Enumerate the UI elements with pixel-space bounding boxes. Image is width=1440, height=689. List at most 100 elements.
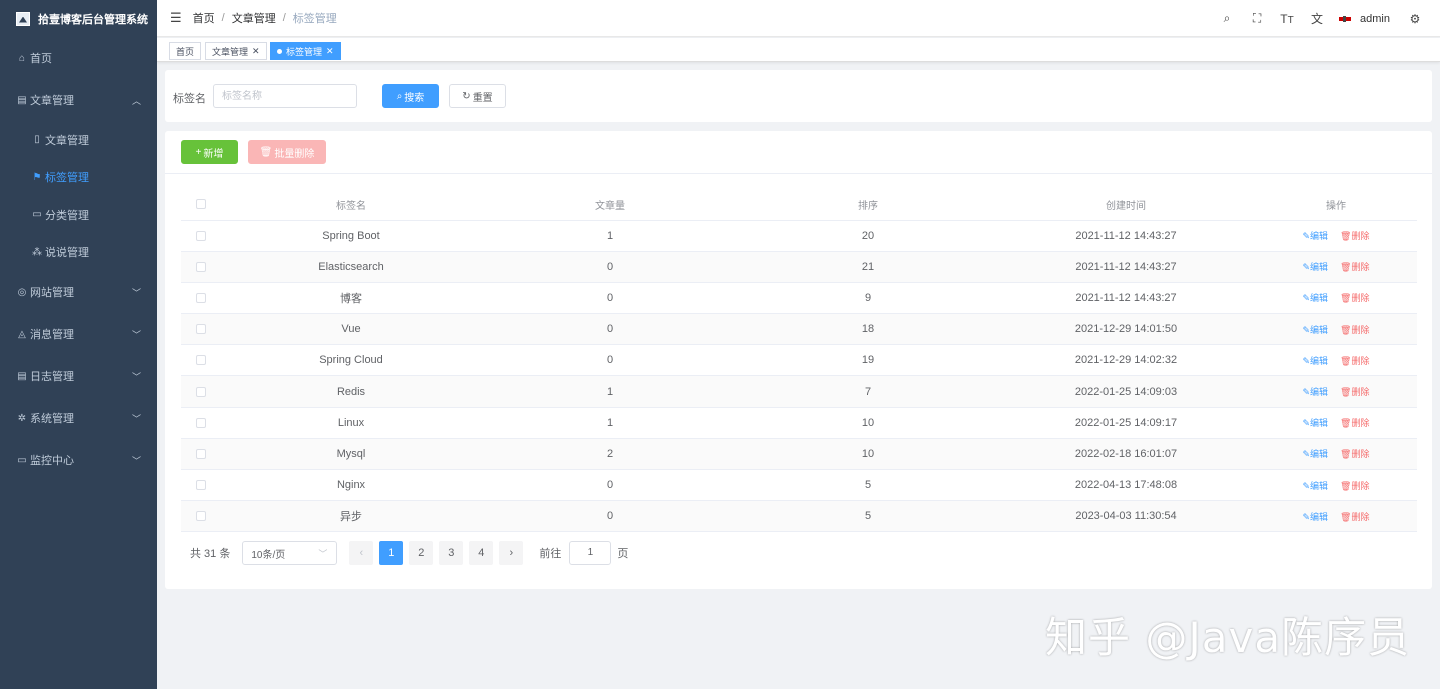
- tag-name-input[interactable]: [213, 84, 357, 108]
- page-button[interactable]: 2: [409, 541, 434, 565]
- edit-button[interactable]: ✎编辑: [1302, 512, 1328, 522]
- row-select-cell: [181, 500, 221, 533]
- edit-button[interactable]: ✎编辑: [1302, 325, 1328, 335]
- flag-icon[interactable]: [1339, 15, 1352, 22]
- page-button[interactable]: 4: [469, 541, 494, 565]
- sidebar-item-home[interactable]: ⌂ 首页: [0, 37, 157, 79]
- row-checkbox[interactable]: [196, 324, 206, 335]
- breadcrumb-home[interactable]: 首页: [193, 10, 215, 26]
- delete-button[interactable]: 🗑删除: [1340, 418, 1369, 428]
- column-header[interactable]: 创建时间: [997, 189, 1255, 221]
- sidebar-item-label: 系统管理: [30, 413, 74, 425]
- delete-button[interactable]: 🗑删除: [1340, 481, 1369, 491]
- batch-delete-button[interactable]: 🗑 批量删除: [248, 140, 326, 164]
- table-row[interactable]: Mysql 2 10 2022-02-18 16:01:07 ✎编辑 🗑删除: [181, 438, 1417, 471]
- delete-label: 删除: [1351, 324, 1370, 335]
- table-row[interactable]: Spring Boot 1 20 2021-11-12 14:43:27 ✎编辑 🗑删除: [181, 220, 1417, 252]
- search-button-label: 搜索: [404, 92, 425, 104]
- delete-button[interactable]: 🗑删除: [1340, 356, 1369, 366]
- page-button[interactable]: 1: [379, 541, 404, 565]
- delete-button[interactable]: 🗑删除: [1340, 387, 1369, 397]
- row-checkbox[interactable]: [196, 417, 206, 428]
- table-row[interactable]: Elasticsearch 0 21 2021-11-12 14:43:27 ✎编辑 🗑删…: [181, 251, 1417, 283]
- delete-button[interactable]: 🗑删除: [1340, 449, 1369, 459]
- row-checkbox[interactable]: [196, 511, 206, 522]
- sidebar-item-label: 说说管理: [45, 247, 89, 260]
- table-row[interactable]: Linux 1 10 2022-01-25 14:09:17 ✎编辑 🗑删除: [181, 407, 1417, 439]
- sidebar-subitem-talk-manage[interactable]: ⁂ 说说管理: [0, 234, 157, 272]
- column-header[interactable]: 排序: [739, 189, 997, 221]
- table-row[interactable]: Nginx 0 5 2022-04-13 17:48:08 ✎编辑 🗑删除: [181, 469, 1417, 502]
- edit-button[interactable]: ✎编辑: [1302, 356, 1328, 366]
- delete-button[interactable]: 🗑删除: [1340, 231, 1369, 241]
- edit-label: 编辑: [1310, 480, 1329, 491]
- tag-home[interactable]: 首页: [169, 42, 202, 60]
- username[interactable]: admin: [1360, 13, 1390, 25]
- edit-button[interactable]: ✎编辑: [1302, 387, 1328, 397]
- app-logo[interactable]: 拾壹博客后台管理系统: [0, 0, 157, 37]
- table-row[interactable]: 异步 0 5 2023-04-03 11:30:54 ✎编辑 🗑删除: [181, 500, 1417, 533]
- search-button[interactable]: ⌕ 搜索: [382, 84, 439, 108]
- table-row[interactable]: Vue 0 18 2021-12-29 14:01:50 ✎编辑 🗑删除: [181, 313, 1417, 346]
- sidebar-subitem-article-manage[interactable]: ▯ 文章管理: [0, 121, 157, 159]
- edit-button[interactable]: ✎编辑: [1302, 231, 1328, 241]
- row-checkbox[interactable]: [196, 293, 206, 304]
- fullscreen-icon[interactable]: ⛶: [1242, 11, 1272, 26]
- edit-button[interactable]: ✎编辑: [1302, 481, 1328, 491]
- sidebar-subitem-tag-manage[interactable]: ⚑ 标签管理: [0, 159, 157, 197]
- close-icon[interactable]: ✕: [252, 46, 260, 57]
- row-checkbox[interactable]: [196, 449, 206, 459]
- row-checkbox[interactable]: [196, 230, 206, 241]
- column-header[interactable]: 文章量: [481, 189, 739, 221]
- edit-button[interactable]: ✎编辑: [1302, 293, 1328, 303]
- sidebar-item-label: 标签管理: [45, 172, 89, 185]
- delete-button[interactable]: 🗑删除: [1340, 325, 1369, 335]
- row-checkbox[interactable]: [196, 261, 206, 272]
- delete-button[interactable]: 🗑删除: [1340, 262, 1369, 272]
- hamburger-icon[interactable]: ☰: [170, 10, 182, 26]
- font-size-icon[interactable]: TT: [1272, 12, 1302, 26]
- tag-tags[interactable]: 标签管理 ✕: [270, 42, 341, 60]
- row-checkbox[interactable]: [196, 355, 206, 366]
- page-size-select[interactable]: 10条/页 ﹀: [242, 541, 338, 565]
- close-icon[interactable]: ✕: [326, 46, 334, 57]
- sidebar-item-website[interactable]: ◎ 网站管理 ﹀: [0, 271, 157, 313]
- trash-icon: 🗑: [1340, 231, 1352, 242]
- sidebar-item-articles[interactable]: ▤ 文章管理 ︿: [0, 79, 157, 121]
- next-page-button[interactable]: ›: [499, 541, 524, 565]
- delete-button[interactable]: 🗑删除: [1340, 293, 1369, 303]
- tag-articles[interactable]: 文章管理 ✕: [205, 42, 267, 60]
- table-row[interactable]: 博客 0 9 2021-11-12 14:43:27 ✎编辑 🗑删除: [181, 282, 1417, 315]
- row-select-cell: [181, 407, 221, 439]
- edit-button[interactable]: ✎编辑: [1302, 449, 1328, 459]
- table-row[interactable]: Redis 1 7 2022-01-25 14:09:03 ✎编辑 🗑删除: [181, 375, 1417, 408]
- search-icon[interactable]: ⌕: [1212, 11, 1242, 26]
- row-checkbox[interactable]: [196, 386, 206, 397]
- edit-button[interactable]: ✎编辑: [1302, 418, 1328, 428]
- column-header[interactable]: 标签名: [221, 189, 481, 221]
- add-button[interactable]: + 新增: [181, 140, 238, 164]
- sidebar-item-messages[interactable]: ◬ 消息管理 ﹀: [0, 313, 157, 355]
- edit-button[interactable]: ✎编辑: [1302, 262, 1328, 272]
- reset-button[interactable]: ↻ 重置: [449, 84, 506, 108]
- monitor-icon: ▭: [17, 454, 27, 466]
- select-all-checkbox[interactable]: [196, 199, 206, 210]
- page-button[interactable]: 3: [439, 541, 464, 565]
- breadcrumb-separator: /: [282, 12, 286, 24]
- edit-label: 编辑: [1310, 262, 1329, 273]
- row-checkbox[interactable]: [196, 480, 206, 491]
- delete-button[interactable]: 🗑删除: [1340, 512, 1369, 522]
- breadcrumb-articles[interactable]: 文章管理: [232, 10, 276, 26]
- goto-page-input[interactable]: 1: [569, 541, 612, 565]
- settings-icon[interactable]: ⚙: [1400, 12, 1430, 26]
- sidebar-item-label: 消息管理: [30, 329, 74, 341]
- translate-icon[interactable]: 文: [1302, 10, 1332, 27]
- table-row[interactable]: Spring Cloud 0 19 2021-12-29 14:02:32 ✎编辑 🗑删除: [181, 344, 1417, 377]
- sidebar-item-logs[interactable]: ▤ 日志管理 ﹀: [0, 355, 157, 397]
- row-select-cell: [181, 251, 221, 283]
- sidebar-subitem-category-manage[interactable]: ▭ 分类管理: [0, 196, 157, 234]
- sidebar-item-monitor[interactable]: ▭ 监控中心 ﹀: [0, 439, 157, 481]
- chevron-down-icon: ﹀: [131, 413, 141, 424]
- prev-page-button[interactable]: ‹: [349, 541, 374, 565]
- sidebar-item-system[interactable]: ✲ 系统管理 ﹀: [0, 397, 157, 439]
